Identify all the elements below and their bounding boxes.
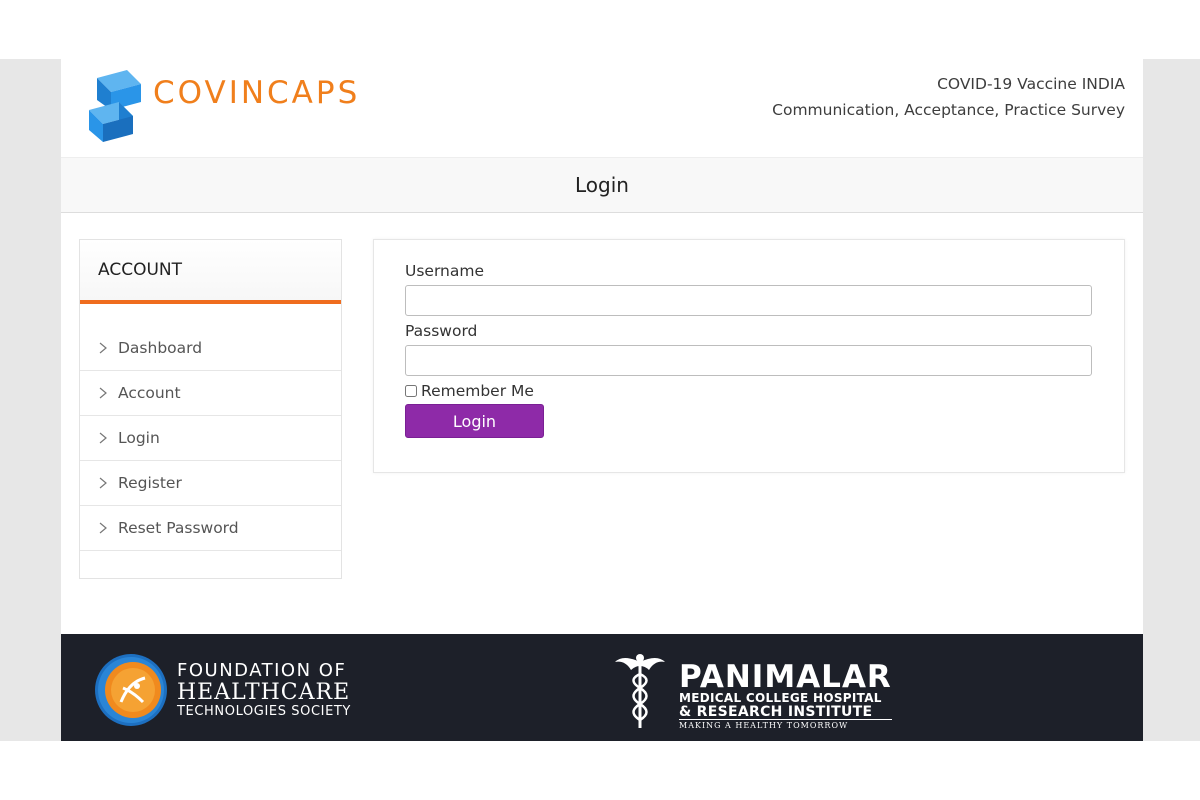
remember-me-label: Remember Me [421,382,534,400]
sidebar-item-login[interactable]: Login [80,416,341,461]
sidebar-item-register[interactable]: Register [80,461,341,506]
username-input[interactable] [405,285,1092,316]
panimalar-motto: MAKING A HEALTHY TOMORROW [679,719,892,731]
site-footer: FOUNDATION OF HEALTHCARE TECHNOLOGIES SO… [61,634,1143,741]
chevron-right-icon [99,342,107,354]
panimalar-name-line-1: PANIMALAR [679,659,892,695]
chevron-right-icon [99,477,107,489]
username-label: Username [405,262,485,280]
sidebar-menu: Dashboard Account Login Register Reset P… [80,326,341,551]
panimalar-name-line-3: & RESEARCH INSTITUTE [679,704,873,720]
sidebar-item-reset-password[interactable]: Reset Password [80,506,341,551]
sidebar-heading: ACCOUNT [80,240,341,304]
chevron-right-icon [99,387,107,399]
fhts-name-line-3: TECHNOLOGIES SOCIETY [177,704,351,719]
chevron-right-icon [99,522,107,534]
fhts-logo-icon [95,654,167,726]
sidebar-item-label: Register [118,474,182,492]
caduceus-icon [615,654,665,728]
sidebar-item-label: Reset Password [118,519,239,537]
tagline-line-2: Communication, Acceptance, Practice Surv… [772,101,1125,119]
site-tagline: COVID-19 Vaccine INDIA Communication, Ac… [772,71,1125,123]
fhts-name-line-2: HEALTHCARE [177,680,351,705]
password-input[interactable] [405,345,1092,376]
sidebar-item-account[interactable]: Account [80,371,341,416]
fhts-name: FOUNDATION OF HEALTHCARE TECHNOLOGIES SO… [177,660,351,720]
sidebar-item-label: Login [118,429,160,447]
password-label: Password [405,322,478,340]
sidebar-item-label: Dashboard [118,339,203,357]
login-button[interactable]: Login [405,404,544,438]
chevron-right-icon [99,432,107,444]
sidebar-item-label: Account [118,384,181,402]
page-container: COVINCAPS COVID-19 Vaccine INDIA Communi… [61,59,1143,741]
panimalar-name: PANIMALAR MEDICAL COLLEGE HOSPITAL & RES… [679,662,892,731]
fhts-name-line-1: FOUNDATION OF [177,660,347,681]
remember-me-checkbox[interactable] [405,385,417,397]
login-form-card: Username Password Remember Me Login [373,239,1125,473]
remember-me-row[interactable]: Remember Me [405,382,534,400]
sidebar-item-dashboard[interactable]: Dashboard [80,326,341,371]
page-title: Login [61,157,1143,213]
brand-name[interactable]: COVINCAPS [153,75,360,111]
tagline-line-1: COVID-19 Vaccine INDIA [937,75,1125,93]
site-header: COVINCAPS COVID-19 Vaccine INDIA Communi… [61,59,1143,157]
account-sidebar: ACCOUNT Dashboard Account Login Register… [79,239,342,579]
covincaps-logo-icon[interactable] [83,70,147,142]
